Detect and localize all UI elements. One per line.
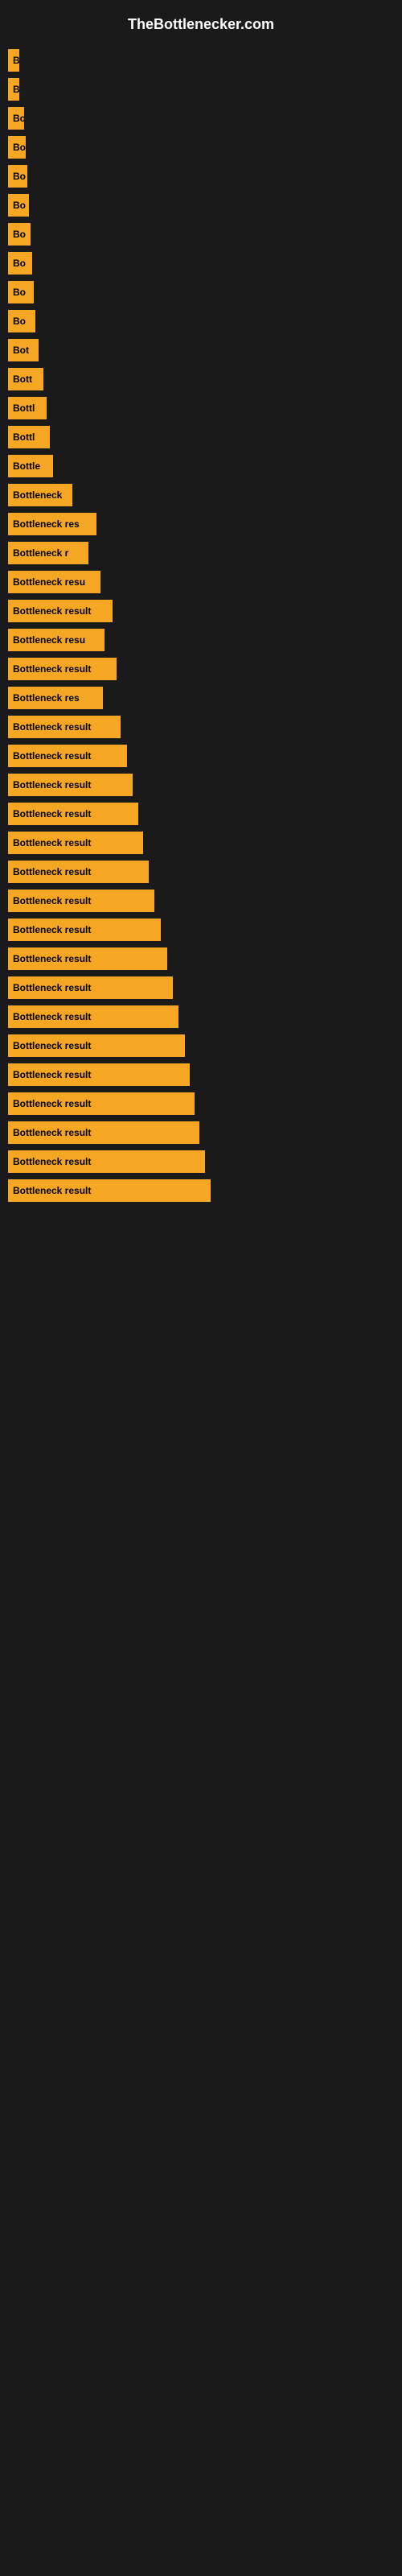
bar-label: Bottleneck result xyxy=(8,1179,211,1202)
bar-row: Bottleneck result xyxy=(0,774,402,796)
bar-label: Bottleneck res xyxy=(8,513,96,535)
bar-label: Bottleneck result xyxy=(8,1005,178,1028)
bar-label: Bo xyxy=(8,107,24,130)
bar-row: Bottle xyxy=(0,455,402,477)
bar-row: Bottleneck result xyxy=(0,1063,402,1086)
bar-row: Bottleneck result xyxy=(0,832,402,854)
bar-label: Bottleneck result xyxy=(8,890,154,912)
bar-label: Bottleneck result xyxy=(8,803,138,825)
bar-label: Bottl xyxy=(8,397,47,419)
bar-label: B xyxy=(8,78,19,101)
page-container: TheBottlenecker.com BB Bo Bo Bo Bo Bo Bo Bo Bo Bo… xyxy=(0,0,402,1216)
bar-row: Bot xyxy=(0,339,402,361)
bar-row: B xyxy=(0,49,402,72)
bar-label: Bottleneck result xyxy=(8,745,127,767)
bar-row: Bottleneck res xyxy=(0,513,402,535)
bar-label: Bottleneck result xyxy=(8,1150,205,1173)
bar-row: Bottleneck result xyxy=(0,947,402,970)
bar-row: Bottleneck xyxy=(0,484,402,506)
bar-label: Bo xyxy=(8,223,31,246)
bar-row: Bo xyxy=(0,281,402,303)
bar-label: Bottleneck result xyxy=(8,658,117,680)
bar-row: Bottleneck resu xyxy=(0,629,402,651)
bar-row: Bottleneck result xyxy=(0,976,402,999)
bar-label: Bo xyxy=(8,252,32,275)
bar-label: Bottleneck result xyxy=(8,1063,190,1086)
bar-row: Bottleneck result xyxy=(0,600,402,622)
bar-row: Bottl xyxy=(0,397,402,419)
bar-label: Bottleneck r xyxy=(8,542,88,564)
bar-label: Bottleneck result xyxy=(8,774,133,796)
bar-row: Bottleneck result xyxy=(0,803,402,825)
bar-label: Bottleneck result xyxy=(8,1092,195,1115)
bar-row: Bottleneck result xyxy=(0,1034,402,1057)
bar-row: Bott xyxy=(0,368,402,390)
bar-row: Bo xyxy=(0,136,402,159)
bar-row: B xyxy=(0,78,402,101)
bar-label: Bottleneck result xyxy=(8,919,161,941)
bar-label: Bottle xyxy=(8,455,53,477)
site-title: TheBottlenecker.com xyxy=(0,8,402,49)
bar-label: Bo xyxy=(8,310,35,332)
bar-label: Bottleneck res xyxy=(8,687,103,709)
bar-row: Bo xyxy=(0,107,402,130)
bar-row: Bo xyxy=(0,165,402,188)
bar-label: Bottleneck resu xyxy=(8,571,100,593)
bar-row: Bo xyxy=(0,194,402,217)
bar-label: Bo xyxy=(8,194,29,217)
bar-label: Bottleneck result xyxy=(8,600,113,622)
bar-label: Bottleneck result xyxy=(8,716,121,738)
bar-label: Bottl xyxy=(8,426,50,448)
bar-label: Bo xyxy=(8,281,34,303)
bar-label: B xyxy=(8,49,19,72)
bar-row: Bottleneck r xyxy=(0,542,402,564)
bar-label: Bottleneck result xyxy=(8,1034,185,1057)
bars-container: BB Bo Bo Bo Bo Bo Bo Bo Bo Bot Bott Bottl Bottl Bottl… xyxy=(0,49,402,1202)
bar-row: Bottleneck result xyxy=(0,1092,402,1115)
bar-row: Bottleneck res xyxy=(0,687,402,709)
bar-label: Bo xyxy=(8,165,27,188)
bar-label: Bottleneck resu xyxy=(8,629,105,651)
bar-label: Bottleneck result xyxy=(8,976,173,999)
bar-row: Bo xyxy=(0,252,402,275)
bar-row: Bottleneck result xyxy=(0,1179,402,1202)
bar-label: Bottleneck result xyxy=(8,1121,199,1144)
bar-row: Bottleneck result xyxy=(0,890,402,912)
bar-row: Bottleneck result xyxy=(0,861,402,883)
bar-row: Bottl xyxy=(0,426,402,448)
bar-row: Bottleneck result xyxy=(0,919,402,941)
bar-label: Bot xyxy=(8,339,39,361)
bar-row: Bottleneck resu xyxy=(0,571,402,593)
bar-label: Bottleneck result xyxy=(8,832,143,854)
bar-row: Bottleneck result xyxy=(0,658,402,680)
bar-row: Bottleneck result xyxy=(0,1150,402,1173)
bar-row: Bottleneck result xyxy=(0,745,402,767)
bar-label: Bott xyxy=(8,368,43,390)
bar-label: Bo xyxy=(8,136,26,159)
bar-row: Bottleneck result xyxy=(0,1121,402,1144)
bar-label: Bottleneck result xyxy=(8,947,167,970)
bar-row: Bottleneck result xyxy=(0,716,402,738)
bar-row: Bo xyxy=(0,223,402,246)
bar-label: Bottleneck result xyxy=(8,861,149,883)
bar-label: Bottleneck xyxy=(8,484,72,506)
bar-row: Bo xyxy=(0,310,402,332)
bar-row: Bottleneck result xyxy=(0,1005,402,1028)
